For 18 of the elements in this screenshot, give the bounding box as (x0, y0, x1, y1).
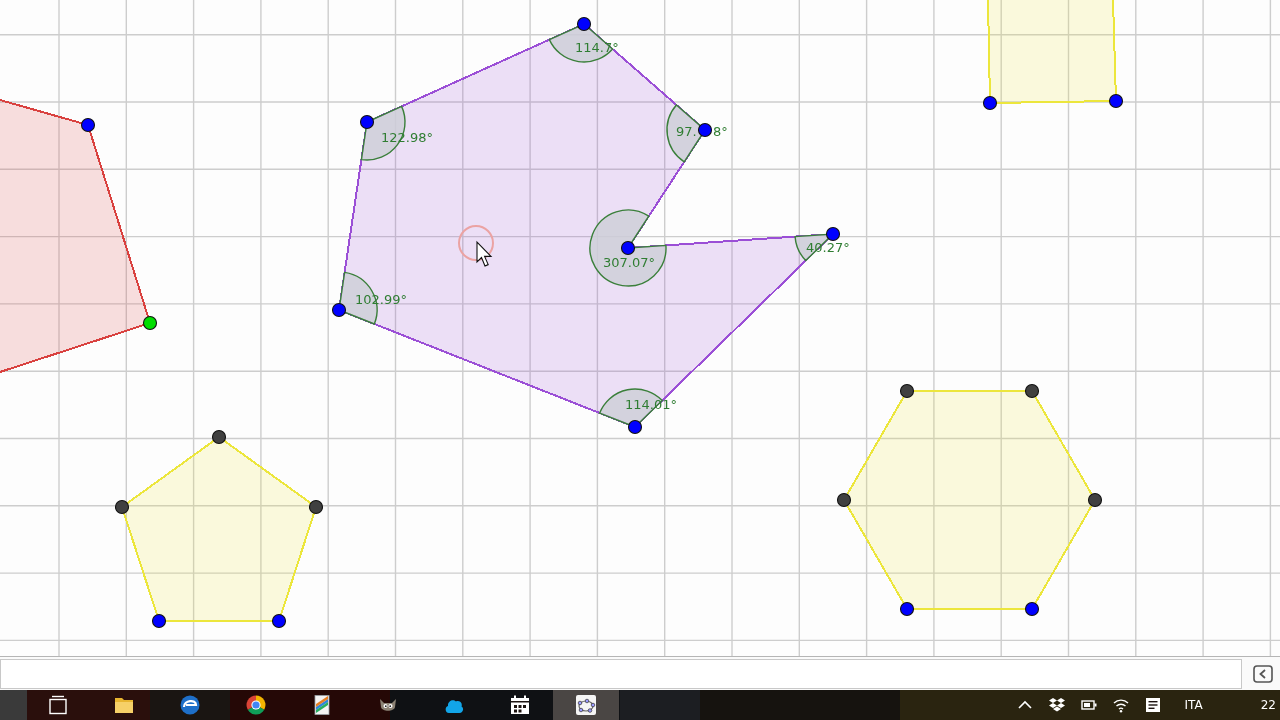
open-box-icon[interactable] (1048, 697, 1065, 713)
clock-text[interactable]: 22 (1260, 698, 1276, 712)
wifi-icon[interactable] (1112, 697, 1129, 713)
chevron-box-icon (1253, 663, 1273, 684)
document-icon (312, 695, 332, 715)
swirl-icon (180, 695, 200, 715)
segmented-circle-icon (246, 695, 266, 715)
angle-label: 8° (713, 124, 728, 139)
window-stack-icon (48, 695, 68, 715)
angle-label: 97. (676, 124, 697, 139)
language-indicator[interactable]: ITA (1184, 698, 1203, 712)
battery-icon[interactable] (1080, 697, 1097, 713)
message-icon[interactable] (1144, 697, 1161, 713)
calendar-icon (510, 695, 530, 715)
folder-icon (114, 695, 134, 715)
taskbar-button[interactable] (553, 690, 619, 720)
mouse-cursor-icon (458, 225, 494, 267)
angle-label: 307.07° (603, 255, 655, 270)
